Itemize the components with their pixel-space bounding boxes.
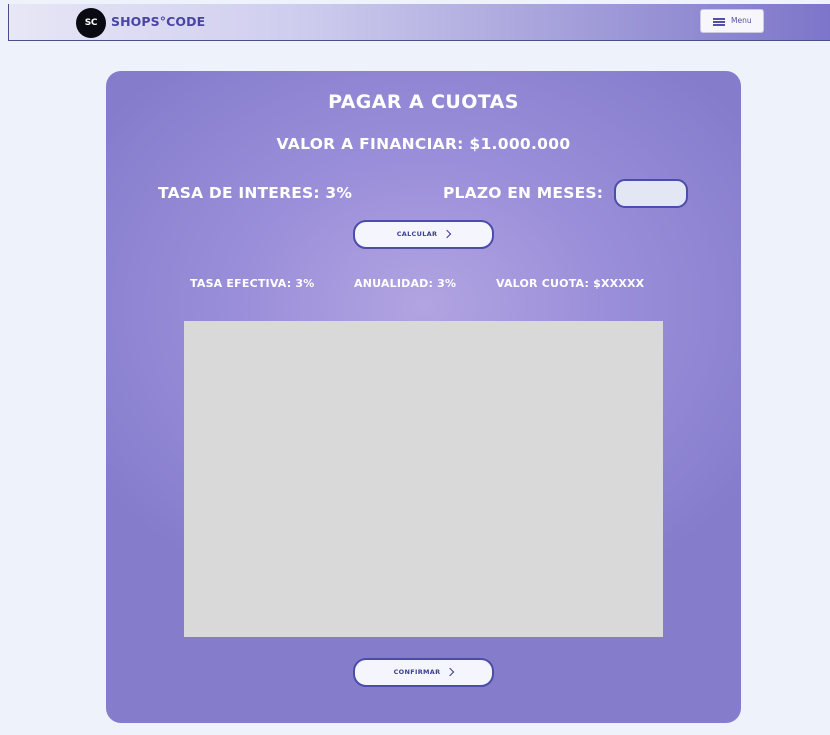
chevron-right-icon xyxy=(446,667,455,676)
page-title: PAGAR A CUOTAS xyxy=(328,91,519,113)
brand-logo[interactable]: SC xyxy=(76,8,106,38)
term-months-input[interactable] xyxy=(614,179,688,208)
calculate-button-label: CALCULAR xyxy=(396,230,438,238)
chevron-right-icon xyxy=(443,229,452,238)
term-label: PLAZO EN MESES: xyxy=(443,184,604,202)
menu-label: Menu xyxy=(731,16,752,25)
annuity: ANUALIDAD: 3% xyxy=(354,277,457,290)
interest-rate: TASA DE INTERES: 3% xyxy=(158,184,353,202)
top-navbar: SC SHOPS°CODE Menu xyxy=(8,4,830,41)
effective-rate: TASA EFECTIVA: 3% xyxy=(190,277,315,290)
financed-amount: VALOR A FINANCIAR: $1.000.000 xyxy=(276,135,571,153)
menu-button[interactable]: Menu xyxy=(700,9,764,33)
confirm-button[interactable]: CONFIRMAR xyxy=(353,658,494,687)
installment-value: VALOR CUOTA: $XXXXX xyxy=(496,277,645,290)
calculate-button[interactable]: CALCULAR xyxy=(353,220,494,249)
confirm-button-label: CONFIRMAR xyxy=(393,668,441,676)
results-panel xyxy=(184,321,663,637)
brand-name[interactable]: SHOPS°CODE xyxy=(111,14,205,29)
hamburger-icon xyxy=(713,18,725,26)
installment-card: PAGAR A CUOTAS VALOR A FINANCIAR: $1.000… xyxy=(106,71,741,723)
